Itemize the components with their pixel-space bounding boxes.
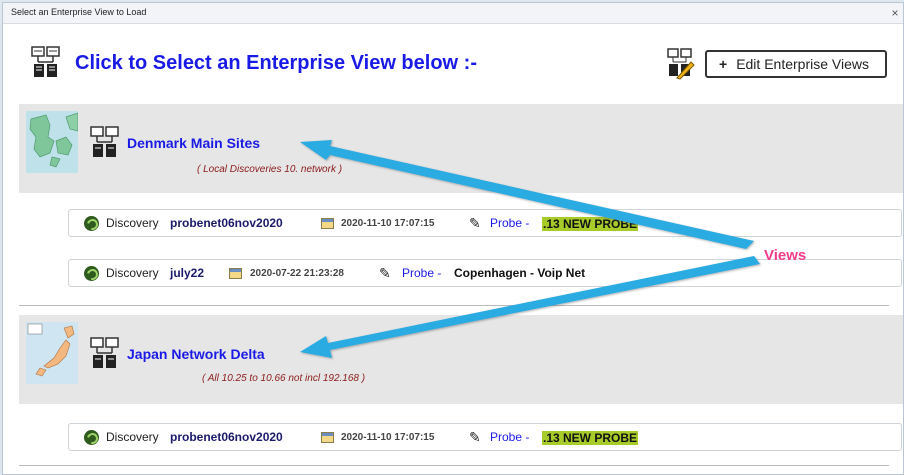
probe-label: Probe -	[490, 430, 530, 444]
satellite-icon: ✎	[379, 265, 391, 281]
view-card-denmark[interactable]: Denmark Main Sites ( Local Discoveries 1…	[19, 104, 903, 193]
discovery-timestamp: 2020-11-10 17:07:15	[341, 218, 435, 229]
plus-icon: +	[719, 56, 728, 72]
edit-enterprise-views-button[interactable]: + Edit Enterprise Views	[705, 50, 887, 78]
discovery-timestamp: 2020-07-22 21:23:28	[250, 268, 344, 279]
status-ok-icon	[84, 430, 99, 445]
satellite-icon: ✎	[469, 215, 481, 231]
status-ok-icon	[84, 216, 99, 231]
divider	[19, 465, 889, 466]
calendar-icon	[229, 268, 242, 279]
dialog-title: Select an Enterprise View to Load	[11, 7, 147, 17]
discovery-timestamp: 2020-11-10 17:07:15	[341, 432, 435, 443]
close-icon[interactable]: ×	[887, 3, 903, 23]
view-description: ( Local Discoveries 10. network )	[197, 164, 343, 175]
calendar-icon	[321, 432, 334, 443]
discovery-name: probenet06nov2020	[170, 216, 283, 230]
dialog-titlebar: Select an Enterprise View to Load ×	[3, 3, 903, 24]
divider	[19, 305, 889, 306]
network-icon	[90, 337, 119, 368]
discovery-label: Discovery	[106, 266, 159, 280]
discovery-label: Discovery	[106, 430, 159, 444]
view-name-link[interactable]: Denmark Main Sites	[127, 135, 260, 151]
view-card-japan[interactable]: Japan Network Delta ( All 10.25 to 10.66…	[19, 315, 903, 404]
network-icon	[90, 126, 119, 157]
page-title: Click to Select an Enterprise View below…	[75, 52, 477, 74]
status-ok-icon	[84, 266, 99, 281]
edit-network-icon	[667, 48, 695, 80]
probe-name-highlight: .13 NEW PROBE	[542, 431, 639, 445]
probe-label: Probe -	[490, 216, 530, 230]
japan-map-thumbnail	[26, 322, 78, 384]
discovery-row[interactable]: Discovery probenet06nov2020 2020-11-10 1…	[68, 209, 902, 237]
discovery-name: probenet06nov2020	[170, 430, 283, 444]
enterprise-view-dialog: Select an Enterprise View to Load × Clic…	[2, 2, 904, 475]
edit-button-label: Edit Enterprise Views	[736, 56, 869, 72]
discovery-name: july22	[170, 266, 205, 280]
views-annotation-label: Views	[764, 247, 807, 264]
network-icon	[31, 46, 60, 77]
discovery-label: Discovery	[106, 216, 159, 230]
probe-label: Probe -	[402, 266, 442, 280]
discovery-row[interactable]: Discovery probenet06nov2020 2020-11-10 1…	[68, 423, 902, 451]
dialog-header: Click to Select an Enterprise View below…	[3, 24, 903, 104]
probe-name: Copenhagen - Voip Net	[454, 266, 586, 280]
calendar-icon	[321, 218, 334, 229]
view-name-link[interactable]: Japan Network Delta	[127, 346, 265, 362]
probe-name-highlight: .13 NEW PROBE	[542, 217, 639, 231]
view-description: ( All 10.25 to 10.66 not incl 192.168 )	[202, 373, 366, 384]
satellite-icon: ✎	[469, 429, 481, 445]
denmark-map-thumbnail	[26, 111, 78, 173]
